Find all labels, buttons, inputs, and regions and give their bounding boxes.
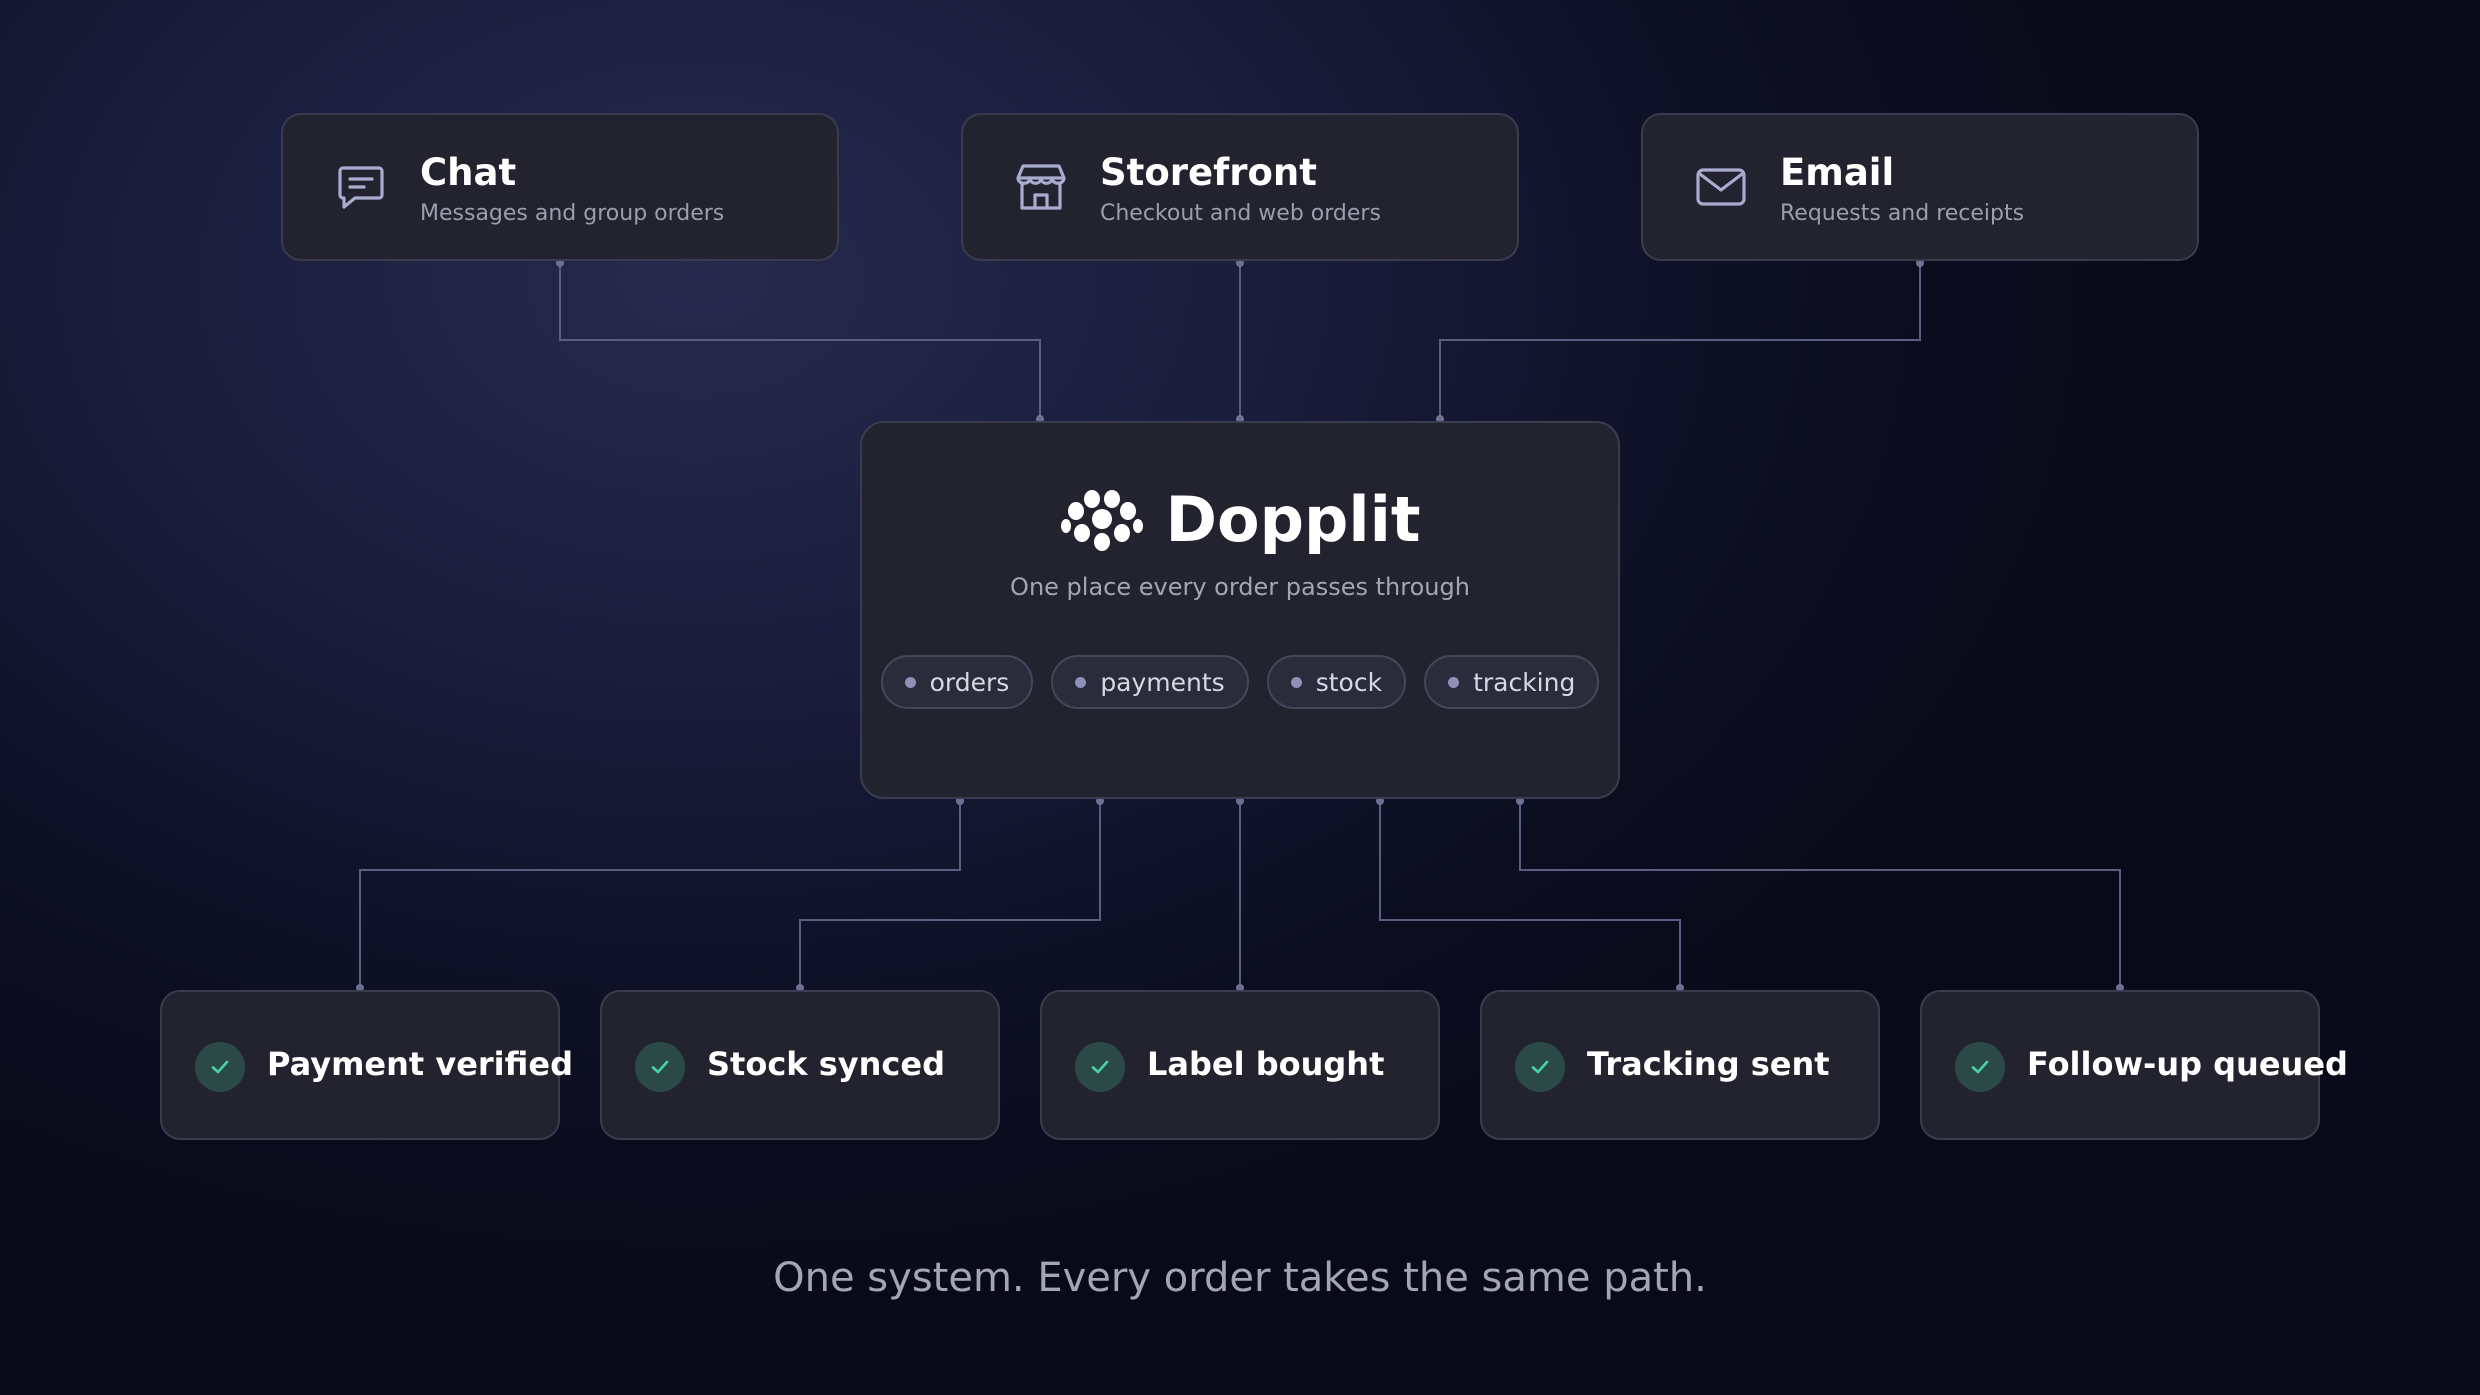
check-badge bbox=[1075, 1042, 1125, 1092]
hub-card: Dopplit One place every order passes thr… bbox=[860, 421, 1620, 799]
check-icon bbox=[1531, 1060, 1549, 1074]
output-label: Stock synced bbox=[707, 1045, 945, 1083]
tag-dot bbox=[1290, 676, 1302, 688]
tag-tracking[interactable]: tracking bbox=[1424, 655, 1600, 709]
tag-list: orders payments stock tracking bbox=[862, 655, 1618, 709]
chat-icon bbox=[338, 166, 384, 209]
check-badge bbox=[1955, 1042, 2005, 1092]
output-label: Tracking sent bbox=[1587, 1045, 1830, 1083]
output-card-stock-synced[interactable]: Stock synced bbox=[600, 990, 1000, 1140]
dopplit-logo-icon bbox=[1060, 489, 1143, 551]
tag-dot bbox=[1075, 676, 1087, 688]
source-title: Chat bbox=[420, 151, 517, 194]
tag-dot bbox=[904, 676, 916, 688]
check-icon bbox=[211, 1060, 229, 1074]
hub-tagline: One place every order passes through bbox=[1010, 573, 1470, 601]
check-badge bbox=[1515, 1042, 1565, 1092]
tag-orders[interactable]: orders bbox=[880, 655, 1034, 709]
source-subtitle: Messages and group orders bbox=[420, 201, 725, 226]
output-label: Payment verified bbox=[267, 1045, 573, 1083]
brand-name: Dopplit bbox=[1165, 483, 1421, 556]
connector-email-to-hub bbox=[1439, 263, 1921, 419]
check-badge bbox=[635, 1042, 685, 1092]
output-card-payment-verified[interactable]: Payment verified bbox=[160, 990, 573, 1140]
source-card-email[interactable]: Email Requests and receipts bbox=[1641, 113, 2199, 261]
tag-label: tracking bbox=[1473, 667, 1576, 697]
source-title: Email bbox=[1780, 151, 1895, 194]
connector-hub-to-stock bbox=[799, 801, 1101, 988]
brand: Dopplit bbox=[862, 483, 1618, 556]
check-icon bbox=[651, 1060, 669, 1074]
storefront-icon bbox=[1016, 164, 1066, 210]
source-card-storefront[interactable]: Storefront Checkout and web orders bbox=[961, 113, 1519, 261]
tag-label: orders bbox=[929, 667, 1010, 697]
connector-hub-to-tracking bbox=[1379, 801, 1681, 988]
output-label: Follow-up queued bbox=[2027, 1045, 2348, 1083]
tag-label: payments bbox=[1100, 667, 1225, 697]
output-card-follow-up-queued[interactable]: Follow-up queued bbox=[1920, 990, 2348, 1140]
output-label: Label bought bbox=[1147, 1045, 1385, 1083]
mail-icon bbox=[1696, 168, 1746, 206]
tag-payments[interactable]: payments bbox=[1051, 655, 1249, 709]
output-card-label-bought[interactable]: Label bought bbox=[1040, 990, 1440, 1140]
connector-chat-to-hub bbox=[559, 263, 1041, 419]
source-title: Storefront bbox=[1100, 151, 1317, 194]
output-card-tracking-sent[interactable]: Tracking sent bbox=[1480, 990, 1880, 1140]
check-badge bbox=[195, 1042, 245, 1092]
check-icon bbox=[1091, 1060, 1109, 1074]
connector-hub-to-followup bbox=[1519, 801, 2121, 988]
source-card-chat[interactable]: Chat Messages and group orders bbox=[281, 113, 839, 261]
connector-hub-to-payment bbox=[359, 801, 961, 988]
tag-stock[interactable]: stock bbox=[1266, 655, 1407, 709]
source-subtitle: Requests and receipts bbox=[1780, 201, 2025, 226]
tag-label: stock bbox=[1315, 667, 1383, 697]
tag-dot bbox=[1448, 676, 1460, 688]
footer-caption: One system. Every order takes the same p… bbox=[773, 1255, 1707, 1301]
source-subtitle: Checkout and web orders bbox=[1100, 201, 1381, 226]
check-icon bbox=[1971, 1060, 1989, 1074]
